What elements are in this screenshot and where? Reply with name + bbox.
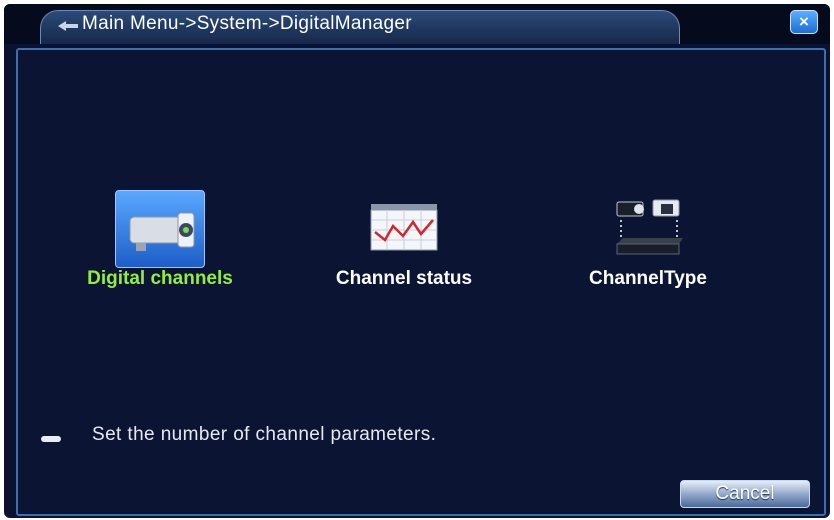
hint-text: Set the number of channel parameters. [92, 424, 437, 445]
title-bar: Main Menu->System->DigitalManager × [4, 4, 830, 44]
menu-arrow-icon [58, 21, 78, 31]
tile-label: ChannelType [589, 268, 707, 289]
tile-label: Channel status [335, 268, 473, 289]
hint-bullet-icon [41, 436, 61, 442]
tile-channel-type[interactable]: ChannelType [548, 190, 748, 310]
tile-label: Digital channels [87, 268, 233, 289]
close-button[interactable]: × [790, 10, 818, 34]
camera-dvr-icon [616, 199, 683, 255]
window-title: Main Menu->System->DigitalManager [82, 13, 412, 34]
content-panel: Digital channels Channel status ChannelT… [16, 48, 826, 516]
camera-icon [129, 212, 195, 251]
tile-icon-highlight [115, 190, 205, 268]
cancel-button[interactable]: Cancel [680, 480, 810, 508]
chart-icon [370, 204, 438, 251]
tile-icon-box [603, 190, 693, 268]
dialog-window: Main Menu->System->DigitalManager × Digi… [4, 4, 830, 518]
close-icon: × [799, 12, 809, 31]
tile-digital-channels[interactable]: Digital channels [60, 190, 260, 310]
tile-icon-box [359, 190, 449, 268]
tile-channel-status[interactable]: Channel status [304, 190, 504, 310]
